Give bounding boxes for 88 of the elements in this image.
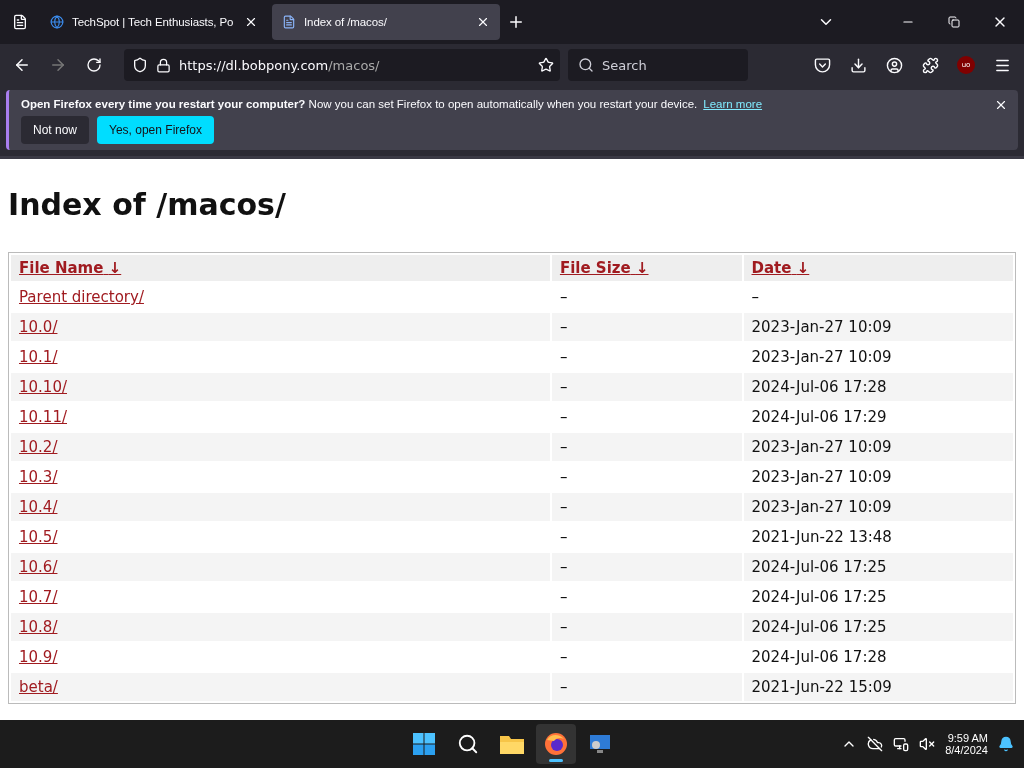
- file-link[interactable]: 10.3/: [19, 468, 58, 486]
- confirm-button[interactable]: Yes, open Firefox: [97, 116, 214, 144]
- cloud-off-icon[interactable]: [867, 736, 884, 752]
- file-link[interactable]: 10.7/: [19, 588, 58, 606]
- puzzle-icon[interactable]: [921, 56, 939, 74]
- browser-tab[interactable]: TechSpot | Tech Enthusiasts, Po: [40, 4, 268, 40]
- file-link[interactable]: 10.11/: [19, 408, 67, 426]
- file-size-cell-text: –: [558, 347, 569, 368]
- search-placeholder: Search: [602, 57, 647, 73]
- file-link[interactable]: 10.2/: [19, 438, 58, 456]
- new-tab-icon[interactable]: [507, 13, 525, 31]
- file-size-cell-text: –: [558, 557, 569, 578]
- taskbar-app[interactable]: [536, 724, 576, 764]
- file-size-cell-text: –: [558, 497, 569, 518]
- network-icon[interactable]: [893, 736, 910, 752]
- pocket-icon[interactable]: [813, 56, 831, 74]
- file-link[interactable]: 10.9/: [19, 648, 58, 666]
- date-cell-text: 2023-Jan-27 10:09: [750, 347, 893, 368]
- active-indicator: [549, 759, 563, 762]
- file-link[interactable]: 10.8/: [19, 618, 58, 636]
- date-cell-text: 2024-Jul-06 17:25: [750, 587, 888, 608]
- file-link[interactable]: beta/: [19, 678, 58, 696]
- close-icon[interactable]: [994, 98, 1008, 112]
- tab-title: TechSpot | Tech Enthusiasts, Po: [72, 16, 235, 28]
- browser-logo-icon: [544, 732, 568, 756]
- date-cell-text: 2023-Jan-27 10:09: [750, 317, 893, 338]
- search-icon: [457, 733, 479, 755]
- page-heading: Index of /macos/: [8, 187, 287, 222]
- date-cell-text: 2023-Jan-27 10:09: [750, 497, 893, 518]
- file-size-cell-text: –: [558, 287, 569, 308]
- back-icon[interactable]: [13, 56, 31, 74]
- file-link[interactable]: Parent directory/: [19, 288, 144, 306]
- file-size-cell-text: –: [558, 527, 569, 548]
- date-cell-text: 2024-Jul-06 17:25: [750, 557, 888, 578]
- file-link[interactable]: 10.0/: [19, 318, 58, 336]
- download-icon[interactable]: [849, 56, 867, 74]
- date-cell-text: 2024-Jul-06 17:29: [750, 407, 888, 428]
- dismiss-button[interactable]: Not now: [21, 116, 90, 144]
- reload-icon[interactable]: [86, 57, 102, 73]
- file-link[interactable]: 10.4/: [19, 498, 58, 516]
- search-icon: [578, 57, 594, 73]
- search-field[interactable]: Search: [568, 49, 748, 81]
- date-cell-text: 2024-Jul-06 17:28: [750, 647, 888, 668]
- date-cell-text: 2024-Jul-06 17:28: [750, 377, 888, 398]
- site-icon: [50, 15, 64, 29]
- lock-icon: [156, 57, 171, 73]
- file-size-cell-text: –: [558, 677, 569, 698]
- file-link[interactable]: 10.6/: [19, 558, 58, 576]
- file-size-cell-text: –: [558, 467, 569, 488]
- date-cell-text: 2021-Jun-22 15:09: [750, 677, 893, 698]
- close-icon[interactable]: [476, 15, 490, 29]
- file-size-cell-text: –: [558, 587, 569, 608]
- column-header-link[interactable]: File Name ↓: [19, 259, 122, 277]
- file-size-cell-text: –: [558, 647, 569, 668]
- url-text: https://dl.bobpony.com/macos/: [179, 57, 381, 73]
- column-header-link[interactable]: Date ↓: [751, 259, 810, 277]
- date-cell-text: 2024-Jul-06 17:25: [750, 617, 888, 638]
- date-cell-text: –: [750, 287, 761, 308]
- account-icon[interactable]: [885, 56, 903, 74]
- volume-muted-icon[interactable]: [919, 736, 936, 752]
- monitor-icon: [588, 733, 612, 755]
- folder-icon: [499, 733, 525, 755]
- browser-tab[interactable]: Index of /macos/: [272, 4, 500, 40]
- tab-overview-icon[interactable]: [12, 14, 28, 30]
- file-link[interactable]: 10.10/: [19, 378, 67, 396]
- forward-icon[interactable]: [49, 56, 67, 74]
- clock[interactable]: 9:59 AM 8/4/2024: [945, 732, 988, 756]
- shield-icon: [132, 57, 148, 73]
- file-size-cell-text: –: [558, 617, 569, 638]
- file-link[interactable]: 10.5/: [19, 528, 58, 546]
- date-cell-text: 2021-Jun-22 13:48: [750, 527, 893, 548]
- file-size-cell-text: –: [558, 407, 569, 428]
- notification-text: Open Firefox every time you restart your computer? Now you can set Firefox to open automatically when you restart your device.: [21, 98, 698, 110]
- tab-title: Index of /macos/: [304, 16, 388, 28]
- restore-icon[interactable]: [948, 16, 960, 28]
- file-size-cell-text: –: [558, 437, 569, 458]
- bookmark-star-icon[interactable]: [538, 57, 554, 73]
- close-icon[interactable]: [244, 15, 258, 29]
- date-cell-text: 2023-Jan-27 10:09: [750, 467, 893, 488]
- file-size-cell-text: –: [558, 377, 569, 398]
- learn-more-link[interactable]: Learn more: [703, 98, 763, 110]
- windows-logo-icon: [412, 732, 436, 756]
- page-icon: [282, 15, 296, 29]
- file-size-cell-text: –: [558, 317, 569, 338]
- date-cell-text: 2023-Jan-27 10:09: [750, 437, 893, 458]
- address-bar[interactable]: https://dl.bobpony.com/macos/: [124, 49, 560, 81]
- notification-icon[interactable]: [998, 736, 1014, 752]
- file-link[interactable]: 10.1/: [19, 348, 58, 366]
